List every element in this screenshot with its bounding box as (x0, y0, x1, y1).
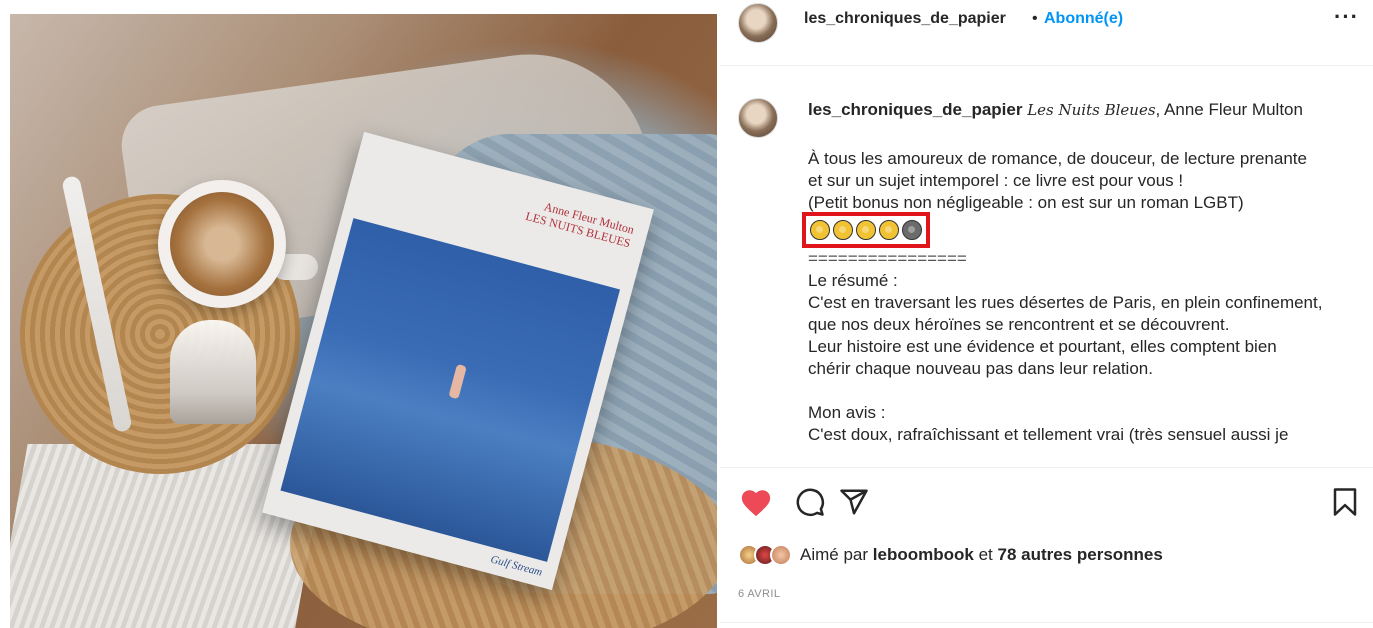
header-username[interactable]: les_chroniques_de_papier (804, 10, 1006, 28)
star-empty-icon (902, 220, 922, 240)
caption-body: À tous les amoureux de romance, de douce… (802, 148, 1368, 446)
likes-text[interactable]: Aimé par leboombook et 78 autres personn… (800, 545, 1163, 565)
caption-divider: ================ (808, 249, 967, 268)
follow-status-button[interactable]: Abonné(e) (1044, 10, 1123, 28)
liker-username[interactable]: leboombook (873, 545, 974, 564)
caption: les_chroniques_de_papier Les Nuits Bleue… (720, 66, 1373, 468)
avatar (770, 544, 792, 566)
caption-intro: À tous les amoureux de romance, de douce… (808, 149, 1307, 212)
like-button[interactable] (736, 482, 776, 522)
caption-title-line: les_chroniques_de_papier Les Nuits Bleue… (808, 100, 1303, 120)
separator-dot: • (1032, 10, 1038, 27)
caption-avatar[interactable] (738, 98, 778, 138)
post-header: les_chroniques_de_papier • Abonné(e) ··· (720, 0, 1373, 66)
likes-others[interactable]: 78 autres personnes (997, 545, 1162, 564)
post-side-panel: les_chroniques_de_papier • Abonné(e) ···… (720, 0, 1373, 628)
action-bar (720, 480, 1373, 530)
more-options-icon[interactable]: ··· (1334, 4, 1359, 30)
candle-jar (170, 320, 256, 424)
avatar[interactable] (738, 3, 778, 43)
star-filled-icon (856, 220, 876, 240)
post-date[interactable]: 6 AVRIL (738, 588, 780, 600)
share-button[interactable] (834, 482, 874, 522)
book-title: Anne Fleur Multon LES NUITS BLEUES (524, 195, 636, 250)
star-filled-icon (810, 220, 830, 240)
divider (720, 622, 1373, 623)
caption-username[interactable]: les_chroniques_de_papier (808, 100, 1022, 119)
star-filled-icon (833, 220, 853, 240)
star-rating (802, 212, 930, 248)
star-filled-icon (879, 220, 899, 240)
likes-connector: et (978, 545, 993, 564)
bookmark-icon (1333, 488, 1357, 516)
caption-book-title: Les Nuits Bleues (1027, 101, 1156, 119)
caption-opinion: Mon avis : C'est doux, rafraîchissant et… (808, 403, 1289, 444)
send-icon (840, 489, 868, 515)
likes-summary: Aimé par leboombook et 78 autres personn… (738, 540, 1163, 570)
caption-author: , Anne Fleur Multon (1155, 100, 1303, 119)
comment-icon (796, 488, 825, 517)
save-button[interactable] (1325, 482, 1365, 522)
latte-cup (158, 180, 286, 308)
comment-button[interactable] (790, 482, 830, 522)
post-image[interactable]: Anne Fleur Multon LES NUITS BLEUES Gulf … (10, 14, 717, 628)
caption-summary: Le résumé : C'est en traversant les rues… (808, 271, 1323, 378)
liker-avatars (738, 544, 792, 566)
likes-prefix: Aimé par (800, 545, 869, 564)
heart-icon (741, 490, 771, 517)
